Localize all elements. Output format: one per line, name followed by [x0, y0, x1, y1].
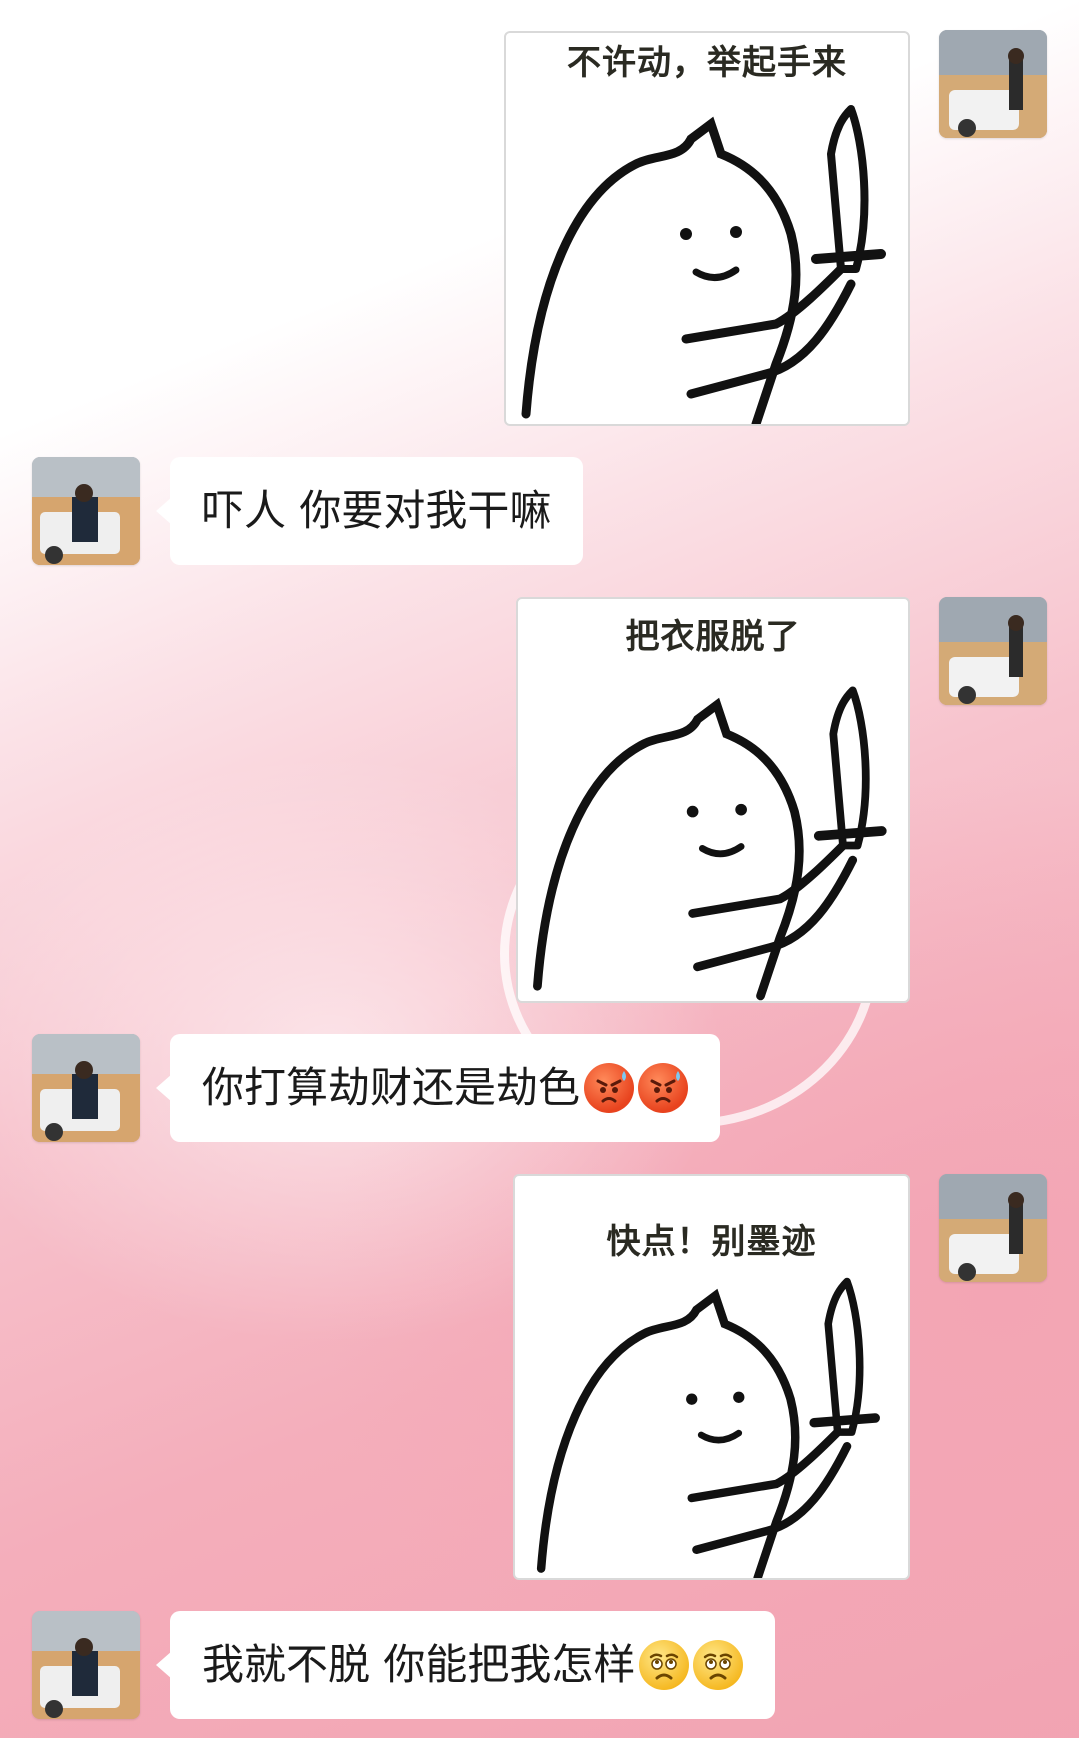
my-avatar[interactable] [939, 30, 1047, 138]
friend-avatar[interactable] [32, 1611, 140, 1719]
cat-knife-drawing [536, 1277, 880, 1578]
message-bubble[interactable]: 吓人 你要对我干嘛 [155, 457, 584, 565]
my-avatar[interactable] [939, 597, 1047, 705]
friend-avatar[interactable] [32, 1034, 140, 1142]
sticker-caption: 不许动，举起手来 [567, 43, 847, 83]
cat-knife-drawing [521, 105, 886, 424]
sticker-cat-knife-3[interactable]: 快点！别墨迹 [513, 1174, 910, 1580]
message-bubble[interactable]: 你打算劫财还是劫色 [155, 1034, 721, 1142]
my-avatar[interactable] [939, 1174, 1047, 1282]
worried-emoji [693, 1640, 744, 1690]
angry-sweat-emoji [638, 1063, 689, 1113]
friend-avatar[interactable] [32, 457, 140, 565]
sticker-cat-knife-1[interactable]: 不许动，举起手来 [504, 31, 910, 426]
sticker-cat-knife-2[interactable]: 把衣服脱了 [516, 597, 910, 1003]
sticker-caption: 把衣服脱了 [625, 617, 801, 657]
angry-sweat-emoji [584, 1063, 635, 1113]
message-text: 我就不脱 你能把我怎样 [202, 1640, 636, 1689]
message-text: 你打算劫财还是劫色 [202, 1063, 581, 1112]
message-text: 吓人 你要对我干嘛 [202, 486, 552, 535]
worried-emoji [639, 1640, 690, 1690]
message-bubble[interactable]: 我就不脱 你能把我怎样 [155, 1611, 776, 1719]
sticker-caption: 快点！别墨迹 [606, 1222, 817, 1262]
cat-knife-drawing [533, 686, 887, 1001]
